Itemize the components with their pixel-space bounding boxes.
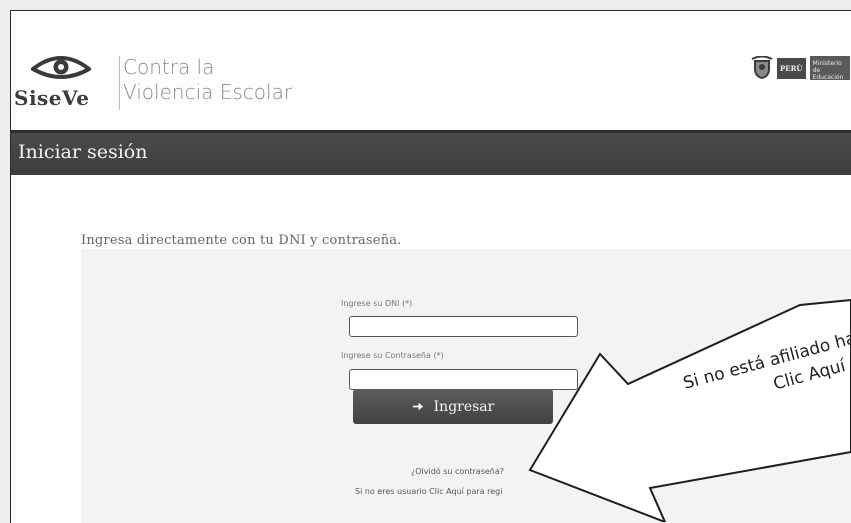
login-button[interactable]: Ingresar	[353, 389, 553, 424]
login-page: SiseVe Contra la Violencia Escolar PERÚ …	[10, 10, 851, 523]
login-intro-text: Ingresa directamente con tu DNI y contra…	[81, 233, 402, 248]
dni-input[interactable]	[349, 316, 578, 337]
peru-crest-icon	[751, 56, 773, 79]
brand-logo-text: SiseVe	[14, 86, 90, 110]
eye-logo-icon	[31, 56, 91, 79]
government-logo: PERÚ Ministerio de Educación	[751, 56, 850, 80]
password-label: Ingrese su Contraseña (*)	[341, 351, 444, 360]
page-title: Iniciar sesión	[18, 141, 148, 163]
tagline-line-1: Contra la	[123, 55, 215, 79]
gov-ministry-label: Ministerio de Educación	[809, 56, 850, 80]
page-title-bar: Iniciar sesión	[11, 130, 851, 175]
dni-label: Ingrese su DNI (*)	[341, 299, 413, 308]
logo-divider	[119, 56, 120, 110]
gov-country-label: PERÚ	[777, 57, 806, 79]
forgot-password-link[interactable]: ¿Olvidó su contraseña?	[411, 467, 504, 476]
tagline: Contra la Violencia Escolar	[123, 55, 292, 105]
login-button-label: Ingresar	[433, 398, 495, 415]
tagline-line-2: Violencia Escolar	[123, 80, 293, 104]
register-link[interactable]: Si no eres usuario Clic Aquí para regi	[355, 487, 502, 496]
password-input[interactable]	[349, 369, 578, 390]
sign-in-icon	[412, 402, 423, 411]
